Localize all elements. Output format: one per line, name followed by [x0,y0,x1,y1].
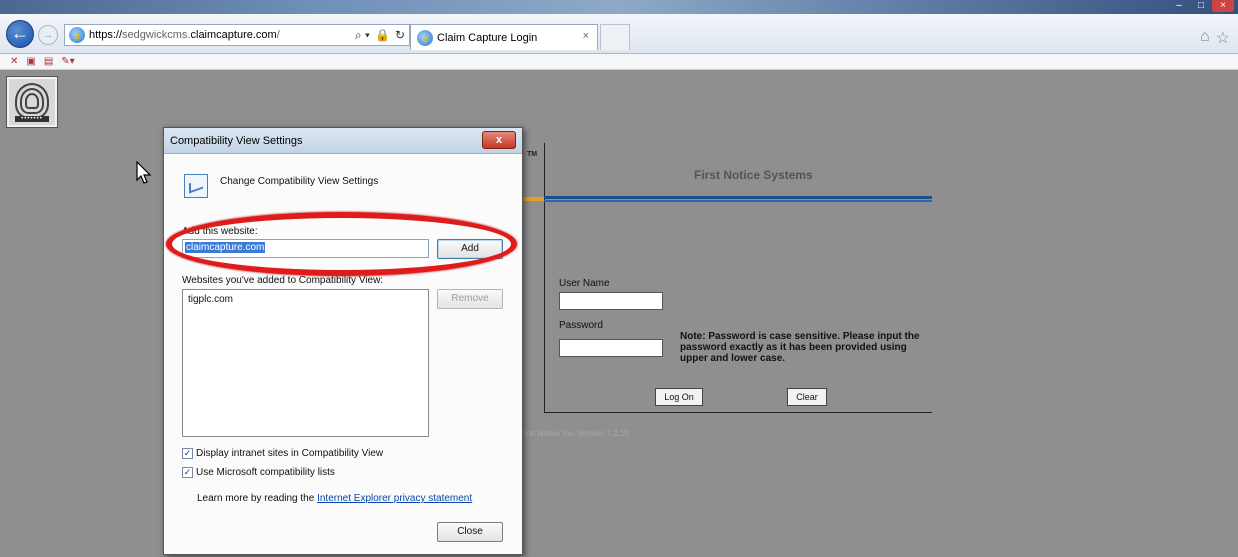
forward-button[interactable]: → [38,25,58,45]
password-input[interactable] [559,339,663,357]
browser-right-icons: ⌂ ☆ [1200,28,1230,48]
close-button[interactable]: Close [437,522,503,542]
intranet-checkbox[interactable]: ✓ [182,448,193,459]
password-label: Password [559,320,603,331]
search-icon[interactable]: ⌕ ▾ [355,28,370,43]
fingerprint-dots: ••••••• [15,116,49,122]
minimize-button[interactable]: – [1168,0,1190,12]
back-arrow-icon: ← [11,23,29,43]
url-domain: claimcapture.com [190,29,277,41]
dialog-body: Change Compatibility View Settings Add t… [164,154,522,554]
add-website-value: claimcapture.com [185,242,266,253]
ms-lists-checkbox-row[interactable]: ✓ Use Microsoft compatibility lists [182,467,335,478]
username-label: User Name [559,278,610,289]
add-website-input[interactable]: claimcapture.com [182,239,429,258]
tab-favicon-icon: e [417,29,433,46]
privacy-learn-more: Learn more by reading the Internet Explo… [197,493,472,504]
add-button[interactable]: Add [437,239,503,259]
ms-lists-checkbox-label: Use Microsoft compatibility lists [196,467,335,478]
compatibility-view-icon [184,174,208,198]
ie-favicon-icon: e [69,27,85,43]
privacy-statement-link[interactable]: Internet Explorer privacy statement [317,493,472,504]
tab-close-icon[interactable]: × [583,30,589,42]
window-titlebar: – □ × [0,0,1238,14]
refresh-icon[interactable]: ↻ [395,28,405,43]
pdf-tool-icon[interactable]: ▤ [44,56,53,67]
url-subdomain: sedgwickcms. [122,29,191,41]
intranet-checkbox-label: Display intranet sites in Compatibility … [196,448,384,459]
blue-stripe-lower [544,200,932,202]
page-title: First Notice Systems [694,168,813,182]
url-scheme: https:// [89,29,123,41]
url-path: / [276,29,280,41]
learn-more-text: Learn more by reading the [197,493,318,504]
page-vertical-rule [544,143,545,413]
tools-dropdown-icon[interactable]: ✎▾ [61,56,74,67]
list-item[interactable]: tigplc.com [188,294,423,305]
home-icon[interactable]: ⌂ [1200,28,1210,48]
orange-stripe [520,197,544,201]
intranet-checkbox-row[interactable]: ✓ Display intranet sites in Compatibilit… [182,448,383,459]
tab-title: Claim Capture Login [437,31,538,44]
add-website-label: Add this website: [182,226,258,237]
page-horizontal-rule [544,412,932,413]
fingerprint-button[interactable]: ••••••• [7,77,57,127]
window-close-button[interactable]: × [1212,0,1234,12]
compatibility-view-dialog: Compatibility View Settings x Change Com… [163,127,523,555]
dialog-close-x-button[interactable]: x [482,131,516,149]
maximize-button[interactable]: □ [1190,0,1212,12]
dialog-heading: Change Compatibility View Settings [220,176,379,187]
fingerprint-icon [15,83,49,119]
address-tools: ⌕ ▾ 🔒 ↻ [355,28,405,43]
username-input[interactable] [559,292,663,310]
logon-button[interactable]: Log On [655,388,703,406]
browser-navbar: ← → e https://sedgwickcms. claimcapture.c… [0,14,1238,54]
blue-stripe [544,196,932,199]
version-footer: First Notice Inc. Version 7.2.10 [520,429,629,438]
trademark-mark: TM [527,151,538,158]
websites-list-label: Websites you've added to Compatibility V… [182,275,384,286]
new-tab-button[interactable] [600,24,630,50]
back-button[interactable]: ← [6,20,34,48]
tab-claim-capture-login[interactable]: e Claim Capture Login × [410,24,598,50]
forward-arrow-icon: → [42,29,54,41]
ms-lists-checkbox[interactable]: ✓ [182,467,193,478]
window-controls: – □ × [1168,0,1234,14]
websites-list[interactable]: tigplc.com [182,289,429,437]
clear-button[interactable]: Clear [787,388,827,406]
command-bar: ✕ ▣ ▤ ✎▾ [0,54,1238,70]
address-bar[interactable]: e https://sedgwickcms. claimcapture.com / … [64,24,410,46]
remove-button[interactable]: Remove [437,289,503,309]
lock-icon[interactable]: 🔒 [375,28,390,43]
dialog-title: Compatibility View Settings [164,128,522,154]
mouse-cursor-icon [136,161,152,184]
close-toolbar-icon[interactable]: ✕ [10,56,18,67]
password-note: Note: Password is case sensitive. Please… [680,331,920,364]
favorites-star-icon[interactable]: ☆ [1216,28,1230,48]
convert-pdf-icon[interactable]: ▣ [26,56,35,67]
